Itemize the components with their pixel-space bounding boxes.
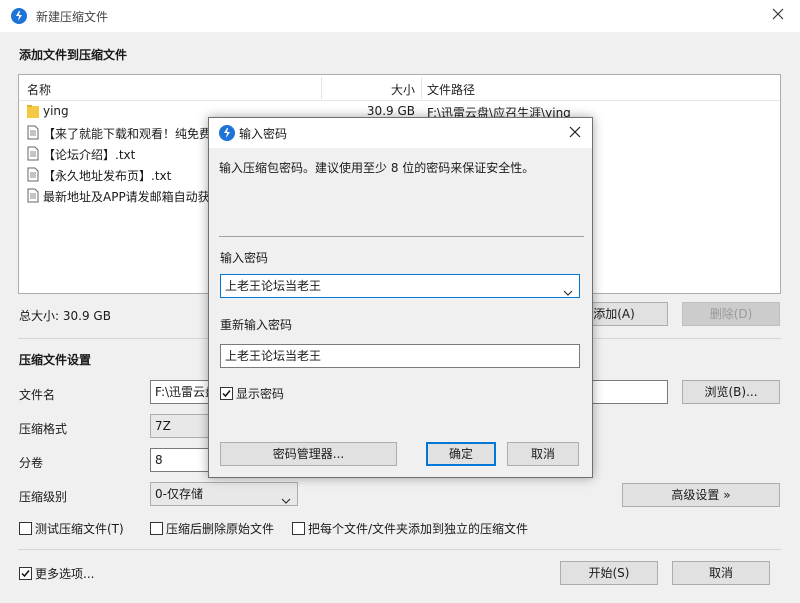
- checkmark-icon: [222, 390, 231, 398]
- text-file-icon: [27, 167, 39, 182]
- level-label: 压缩级别: [19, 490, 68, 504]
- app-logo-icon: [11, 8, 27, 24]
- password-manager-button[interactable]: 密码管理器...: [220, 442, 397, 466]
- format-label: 压缩格式: [19, 422, 68, 436]
- app-logo-icon: [219, 125, 235, 141]
- folder-icon: [27, 104, 39, 119]
- advanced-settings-button[interactable]: 高级设置 »: [622, 483, 780, 507]
- level-select[interactable]: 0-仅存储: [150, 482, 298, 506]
- volume-label: 分卷: [19, 456, 44, 470]
- delete-after-checkbox[interactable]: 压缩后删除原始文件: [150, 520, 274, 536]
- delete-button[interactable]: 删除(D): [682, 302, 780, 326]
- confirm-password-input[interactable]: 上老王论坛当老王: [220, 344, 580, 368]
- browse-button[interactable]: 浏览(B)...: [682, 380, 780, 404]
- confirm-password-label: 重新输入密码: [220, 318, 293, 332]
- show-password-checkbox[interactable]: 显示密码: [220, 385, 284, 401]
- close-icon[interactable]: [568, 125, 582, 139]
- checkbox-box[interactable]: [292, 522, 305, 535]
- column-path[interactable]: 文件路径: [427, 81, 475, 98]
- filename-label: 文件名: [19, 388, 56, 402]
- each-file-separate-checkbox[interactable]: 把每个文件/文件夹添加到独立的压缩文件: [292, 520, 528, 536]
- start-button[interactable]: 开始(S): [560, 561, 658, 585]
- more-options-checkbox[interactable]: 更多选项...: [19, 565, 94, 581]
- chevron-down-icon: [281, 490, 291, 504]
- cancel-button[interactable]: 取消: [672, 561, 770, 585]
- password-input[interactable]: 上老王论坛当老王: [220, 274, 580, 298]
- checkbox-box[interactable]: [150, 522, 163, 535]
- test-archive-checkbox[interactable]: 测试压缩文件(T): [19, 520, 124, 536]
- text-file-icon: [27, 188, 39, 203]
- ok-button[interactable]: 确定: [426, 442, 496, 466]
- password-label: 输入密码: [220, 251, 269, 265]
- close-icon[interactable]: [770, 6, 786, 22]
- settings-section-title: 压缩文件设置: [19, 353, 92, 367]
- checkbox-box[interactable]: [220, 387, 233, 400]
- checkmark-icon: [21, 570, 30, 578]
- checkbox-box[interactable]: [19, 522, 32, 535]
- file-list-header: 名称 大小 文件路径: [19, 75, 780, 101]
- dialog-cancel-button[interactable]: 取消: [507, 442, 579, 466]
- window-titlebar: 新建压缩文件: [0, 0, 800, 32]
- chevron-down-icon[interactable]: [563, 282, 573, 296]
- total-size: 总大小: 30.9 GB: [19, 309, 111, 323]
- text-file-icon: [27, 125, 39, 140]
- dialog-titlebar: 输入密码: [209, 118, 592, 148]
- dialog-title: 输入密码: [239, 127, 288, 141]
- files-section-title: 添加文件到压缩文件: [19, 48, 128, 62]
- checkbox-box[interactable]: [19, 567, 32, 580]
- password-dialog: 输入密码 输入压缩包密码。建议使用至少 8 位的密码来保证安全性。 输入密码 上…: [208, 117, 593, 478]
- dialog-hint: 输入压缩包密码。建议使用至少 8 位的密码来保证安全性。: [219, 161, 535, 175]
- column-name[interactable]: 名称: [27, 81, 51, 98]
- window-title: 新建压缩文件: [36, 10, 109, 24]
- column-size[interactable]: 大小: [391, 81, 415, 98]
- text-file-icon: [27, 146, 39, 161]
